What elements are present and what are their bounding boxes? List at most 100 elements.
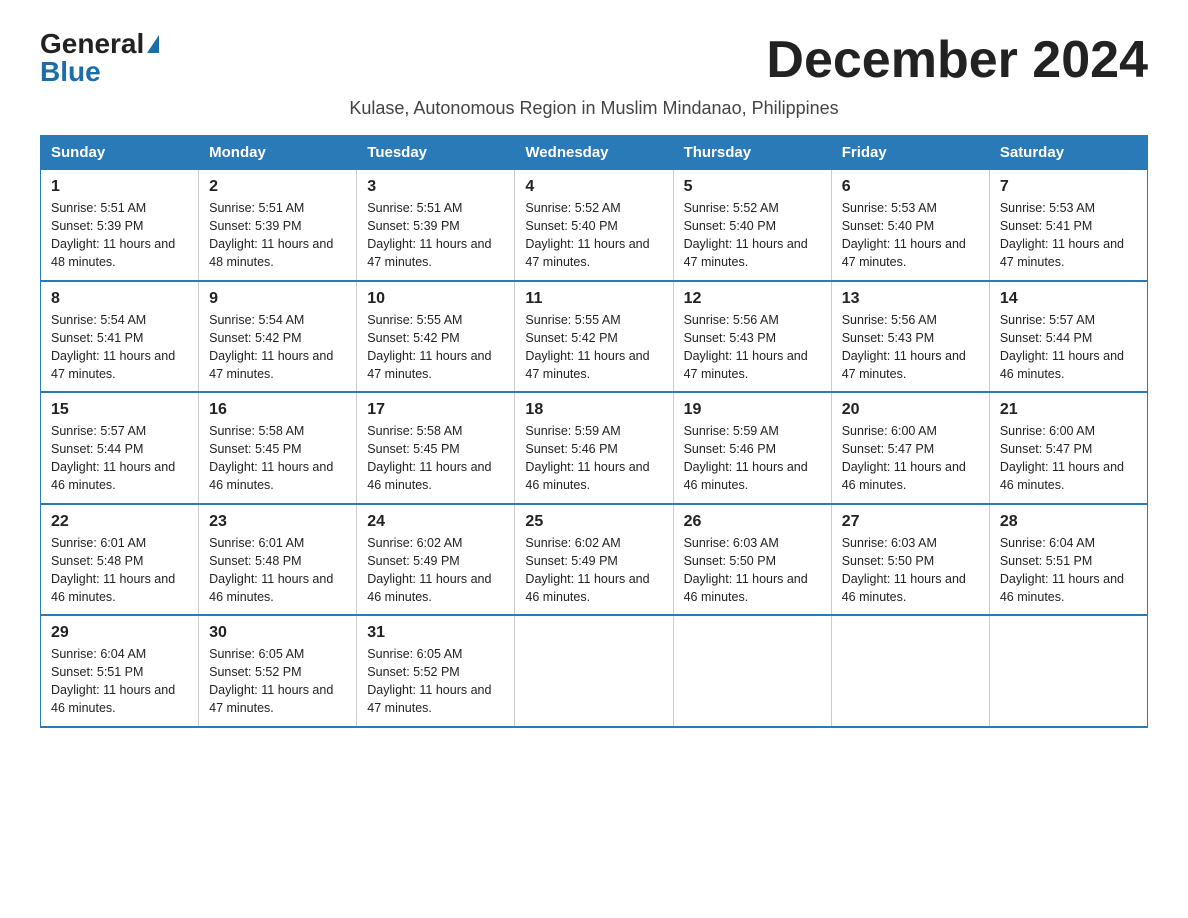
day-number: 30 bbox=[209, 624, 346, 642]
day-number: 13 bbox=[842, 290, 979, 308]
calendar-cell: 23 Sunrise: 6:01 AMSunset: 5:48 PMDayligh… bbox=[199, 504, 357, 616]
calendar-cell: 18 Sunrise: 5:59 AMSunset: 5:46 PMDayligh… bbox=[515, 392, 673, 504]
day-info: Sunrise: 6:03 AMSunset: 5:50 PMDaylight:… bbox=[842, 536, 966, 604]
day-number: 28 bbox=[1000, 513, 1137, 531]
day-number: 24 bbox=[367, 513, 504, 531]
calendar-cell: 8Sunrise: 5:54 AMSunset: 5:41 PMDaylight… bbox=[41, 281, 199, 393]
day-info: Sunrise: 5:54 AMSunset: 5:41 PMDaylight:… bbox=[51, 313, 175, 381]
calendar-cell bbox=[515, 615, 673, 727]
day-number: 15 bbox=[51, 401, 188, 419]
calendar-cell: 9Sunrise: 5:54 AMSunset: 5:42 PMDaylight… bbox=[199, 281, 357, 393]
day-info: Sunrise: 5:59 AMSunset: 5:46 PMDaylight:… bbox=[684, 424, 808, 492]
logo-triangle-icon bbox=[147, 35, 159, 53]
calendar-cell: 30Sunrise: 6:05 AMSunset: 5:52 PMDayligh… bbox=[199, 615, 357, 727]
calendar-cell: 24 Sunrise: 6:02 AMSunset: 5:49 PMDayligh… bbox=[357, 504, 515, 616]
day-info: Sunrise: 5:55 AMSunset: 5:42 PMDaylight:… bbox=[367, 313, 491, 381]
calendar-cell: 25Sunrise: 6:02 AMSunset: 5:49 PMDayligh… bbox=[515, 504, 673, 616]
calendar-week-row: 1 Sunrise: 5:51 AMSunset: 5:39 PMDaylight… bbox=[41, 170, 1148, 281]
day-info: Sunrise: 5:53 AMSunset: 5:41 PMDaylight:… bbox=[1000, 201, 1124, 269]
logo: General Blue bbox=[40, 30, 159, 86]
calendar-cell: 10 Sunrise: 5:55 AMSunset: 5:42 PMDayligh… bbox=[357, 281, 515, 393]
day-number: 22 bbox=[51, 513, 188, 531]
calendar-cell: 21 Sunrise: 6:00 AMSunset: 5:47 PMDayligh… bbox=[989, 392, 1147, 504]
day-number: 23 bbox=[209, 513, 346, 531]
day-number: 18 bbox=[525, 401, 662, 419]
day-info: Sunrise: 6:05 AMSunset: 5:52 PMDaylight:… bbox=[367, 647, 491, 715]
logo-general: General bbox=[40, 30, 144, 58]
day-number: 10 bbox=[367, 290, 504, 308]
day-info: Sunrise: 6:00 AMSunset: 5:47 PMDaylight:… bbox=[842, 424, 966, 492]
calendar-cell: 17Sunrise: 5:58 AMSunset: 5:45 PMDayligh… bbox=[357, 392, 515, 504]
calendar-week-row: 15 Sunrise: 5:57 AMSunset: 5:44 PMDayligh… bbox=[41, 392, 1148, 504]
day-number: 21 bbox=[1000, 401, 1137, 419]
day-number: 20 bbox=[842, 401, 979, 419]
calendar-cell: 31 Sunrise: 6:05 AMSunset: 5:52 PMDayligh… bbox=[357, 615, 515, 727]
header-thursday: Thursday bbox=[673, 136, 831, 170]
day-info: Sunrise: 5:56 AMSunset: 5:43 PMDaylight:… bbox=[684, 313, 808, 381]
calendar-cell: 12 Sunrise: 5:56 AMSunset: 5:43 PMDayligh… bbox=[673, 281, 831, 393]
header-saturday: Saturday bbox=[989, 136, 1147, 170]
day-info: Sunrise: 6:03 AMSunset: 5:50 PMDaylight:… bbox=[684, 536, 808, 604]
calendar-cell: 19 Sunrise: 5:59 AMSunset: 5:46 PMDayligh… bbox=[673, 392, 831, 504]
day-number: 1 bbox=[51, 178, 188, 196]
day-info: Sunrise: 5:59 AMSunset: 5:46 PMDaylight:… bbox=[525, 424, 649, 492]
day-info: Sunrise: 6:01 AMSunset: 5:48 PMDaylight:… bbox=[51, 536, 175, 604]
day-info: Sunrise: 6:02 AMSunset: 5:49 PMDaylight:… bbox=[367, 536, 491, 604]
day-info: Sunrise: 5:51 AMSunset: 5:39 PMDaylight:… bbox=[367, 201, 491, 269]
header-sunday: Sunday bbox=[41, 136, 199, 170]
day-info: Sunrise: 5:53 AMSunset: 5:40 PMDaylight:… bbox=[842, 201, 966, 269]
day-info: Sunrise: 6:04 AMSunset: 5:51 PMDaylight:… bbox=[51, 647, 175, 715]
calendar-table: SundayMondayTuesdayWednesdayThursdayFrid… bbox=[40, 135, 1148, 728]
day-number: 6 bbox=[842, 178, 979, 196]
day-number: 14 bbox=[1000, 290, 1137, 308]
calendar-cell: 14Sunrise: 5:57 AMSunset: 5:44 PMDayligh… bbox=[989, 281, 1147, 393]
calendar-cell: 13 Sunrise: 5:56 AMSunset: 5:43 PMDayligh… bbox=[831, 281, 989, 393]
calendar-cell: 20 Sunrise: 6:00 AMSunset: 5:47 PMDayligh… bbox=[831, 392, 989, 504]
day-number: 25 bbox=[525, 513, 662, 531]
calendar-cell: 5 Sunrise: 5:52 AMSunset: 5:40 PMDaylight… bbox=[673, 170, 831, 281]
day-info: Sunrise: 5:52 AMSunset: 5:40 PMDaylight:… bbox=[525, 201, 649, 269]
calendar-cell: 7 Sunrise: 5:53 AMSunset: 5:41 PMDaylight… bbox=[989, 170, 1147, 281]
day-number: 27 bbox=[842, 513, 979, 531]
calendar-cell: 3 Sunrise: 5:51 AMSunset: 5:39 PMDaylight… bbox=[357, 170, 515, 281]
calendar-week-row: 8Sunrise: 5:54 AMSunset: 5:41 PMDaylight… bbox=[41, 281, 1148, 393]
day-info: Sunrise: 6:01 AMSunset: 5:48 PMDaylight:… bbox=[209, 536, 333, 604]
day-number: 19 bbox=[684, 401, 821, 419]
day-info: Sunrise: 5:55 AMSunset: 5:42 PMDaylight:… bbox=[525, 313, 649, 381]
day-number: 5 bbox=[684, 178, 821, 196]
subtitle: Kulase, Autonomous Region in Muslim Mind… bbox=[40, 98, 1148, 119]
day-info: Sunrise: 6:04 AMSunset: 5:51 PMDaylight:… bbox=[1000, 536, 1124, 604]
day-number: 31 bbox=[367, 624, 504, 642]
calendar-cell: 11Sunrise: 5:55 AMSunset: 5:42 PMDayligh… bbox=[515, 281, 673, 393]
day-number: 29 bbox=[51, 624, 188, 642]
calendar-cell: 22 Sunrise: 6:01 AMSunset: 5:48 PMDayligh… bbox=[41, 504, 199, 616]
day-info: Sunrise: 5:52 AMSunset: 5:40 PMDaylight:… bbox=[684, 201, 808, 269]
calendar-cell: 27 Sunrise: 6:03 AMSunset: 5:50 PMDayligh… bbox=[831, 504, 989, 616]
calendar-cell: 29 Sunrise: 6:04 AMSunset: 5:51 PMDayligh… bbox=[41, 615, 199, 727]
header-monday: Monday bbox=[199, 136, 357, 170]
day-number: 3 bbox=[367, 178, 504, 196]
logo-blue: Blue bbox=[40, 56, 101, 87]
header-friday: Friday bbox=[831, 136, 989, 170]
day-info: Sunrise: 5:56 AMSunset: 5:43 PMDaylight:… bbox=[842, 313, 966, 381]
month-title: December 2024 bbox=[766, 30, 1148, 90]
day-number: 16 bbox=[209, 401, 346, 419]
day-number: 12 bbox=[684, 290, 821, 308]
day-number: 9 bbox=[209, 290, 346, 308]
calendar-cell: 16Sunrise: 5:58 AMSunset: 5:45 PMDayligh… bbox=[199, 392, 357, 504]
day-number: 26 bbox=[684, 513, 821, 531]
day-number: 17 bbox=[367, 401, 504, 419]
day-info: Sunrise: 5:57 AMSunset: 5:44 PMDaylight:… bbox=[51, 424, 175, 492]
calendar-cell: 6 Sunrise: 5:53 AMSunset: 5:40 PMDaylight… bbox=[831, 170, 989, 281]
header: General Blue December 2024 bbox=[40, 30, 1148, 90]
day-info: Sunrise: 5:51 AMSunset: 5:39 PMDaylight:… bbox=[51, 201, 175, 269]
calendar-cell: 26 Sunrise: 6:03 AMSunset: 5:50 PMDayligh… bbox=[673, 504, 831, 616]
calendar-cell: 2Sunrise: 5:51 AMSunset: 5:39 PMDaylight… bbox=[199, 170, 357, 281]
header-wednesday: Wednesday bbox=[515, 136, 673, 170]
day-info: Sunrise: 6:00 AMSunset: 5:47 PMDaylight:… bbox=[1000, 424, 1124, 492]
calendar-cell: 15 Sunrise: 5:57 AMSunset: 5:44 PMDayligh… bbox=[41, 392, 199, 504]
day-number: 2 bbox=[209, 178, 346, 196]
calendar-cell bbox=[673, 615, 831, 727]
calendar-cell: 4Sunrise: 5:52 AMSunset: 5:40 PMDaylight… bbox=[515, 170, 673, 281]
day-number: 7 bbox=[1000, 178, 1137, 196]
